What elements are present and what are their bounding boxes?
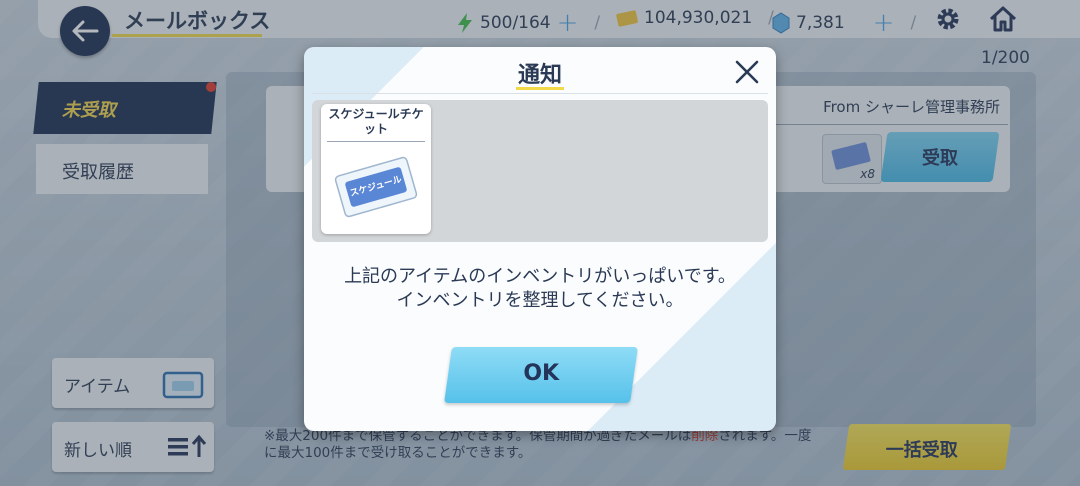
close-button[interactable]	[732, 57, 762, 87]
message-line-2: インベントリを整理してください。	[396, 290, 684, 311]
dialog-message: 上記のアイテムのインベントリがいっぱいです。 インベントリを整理してください。	[304, 265, 776, 313]
message-line-1: 上記のアイテムのインベントリがいっぱいです。	[344, 266, 736, 287]
ok-button[interactable]: OK	[444, 347, 638, 403]
dialog-title: 通知	[517, 63, 562, 88]
close-icon	[735, 60, 759, 84]
ok-label: OK	[523, 361, 560, 386]
item-name: スケジュールチケット	[328, 107, 424, 136]
divider	[327, 141, 425, 142]
notice-dialog: 通知 スケジュールチケット スケジュール 上記のアイテムのインベントリがいっぱい…	[304, 47, 776, 431]
schedule-ticket-icon: スケジュール	[334, 156, 418, 218]
divider	[312, 93, 768, 94]
item-card[interactable]: スケジュールチケット スケジュール	[321, 104, 431, 234]
title-underline	[516, 87, 564, 90]
